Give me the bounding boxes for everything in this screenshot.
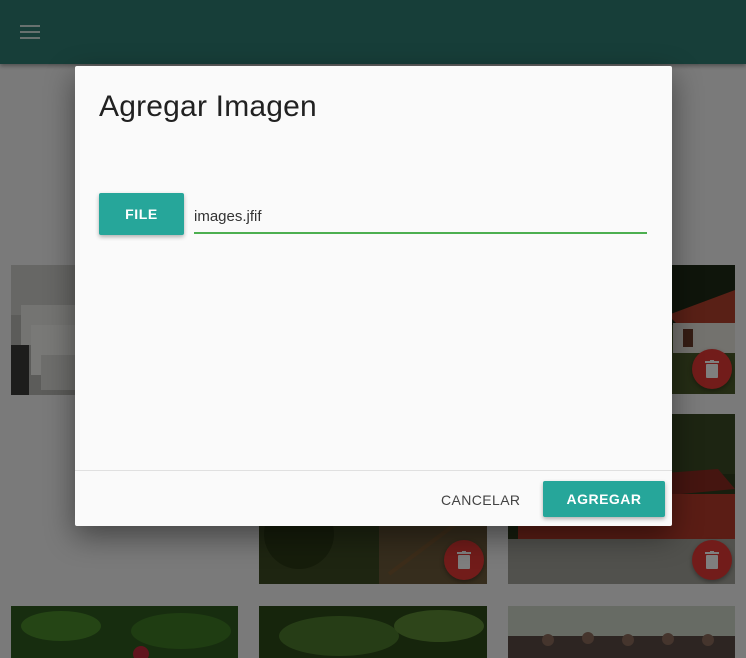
file-button[interactable]: FILE bbox=[99, 193, 184, 235]
dialog-actions: CANCELAR AGREGAR bbox=[75, 470, 672, 527]
cancel-button[interactable]: CANCELAR bbox=[431, 484, 530, 516]
add-button[interactable]: AGREGAR bbox=[543, 481, 665, 517]
dialog-title: Agregar Imagen bbox=[99, 90, 317, 123]
file-path-input[interactable] bbox=[194, 200, 647, 234]
add-image-dialog: Agregar Imagen FILE CANCELAR AGREGAR bbox=[75, 66, 672, 526]
